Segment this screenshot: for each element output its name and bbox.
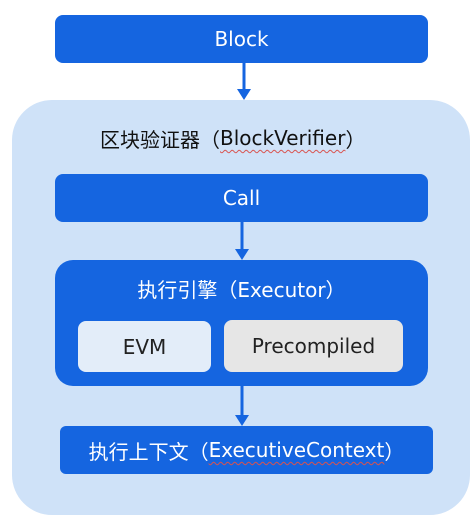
executive-context-node: 执行上下文（ ExecutiveContext） bbox=[60, 426, 433, 474]
arrow-call-to-executor bbox=[235, 222, 249, 260]
call-node-label: Call bbox=[222, 186, 261, 210]
block-node: Block bbox=[55, 15, 428, 63]
block-verifier-label-prefix: 区块验证器（ bbox=[100, 127, 220, 152]
evm-node-label: EVM bbox=[122, 334, 167, 359]
block-verifier-label-suffix: ） bbox=[345, 127, 366, 152]
block-verifier-label: 区块验证器（ BlockVerifier） bbox=[100, 122, 420, 154]
evm-node: EVM bbox=[78, 321, 211, 372]
executor-label: 执行引擎（Executor） bbox=[137, 277, 346, 302]
precompiled-node-label: Precompiled bbox=[251, 334, 376, 358]
arrow-block-to-verifier bbox=[237, 63, 251, 100]
block-node-label: Block bbox=[214, 27, 269, 51]
block-verifier-label-en: BlockVerifier bbox=[220, 126, 346, 150]
call-node: Call bbox=[55, 174, 428, 222]
arrow-executor-to-context bbox=[235, 386, 249, 426]
executive-context-label-prefix: 执行上下文（ bbox=[88, 439, 209, 464]
executive-context-label-en: ExecutiveContext bbox=[208, 438, 385, 462]
executive-context-label-suffix: ） bbox=[384, 439, 405, 464]
precompiled-node: Precompiled bbox=[224, 320, 403, 372]
